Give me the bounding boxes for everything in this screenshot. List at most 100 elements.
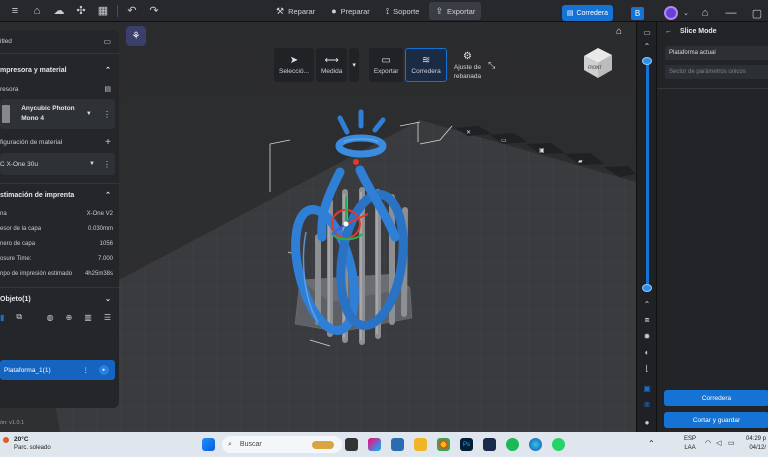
weather-temp[interactable]: 20°C: [4, 435, 51, 444]
start-icon[interactable]: [202, 438, 215, 451]
parameter-search-placeholder: Sector de parámetros únicos: [669, 69, 746, 75]
bookmark-icon[interactable]: ⌂: [694, 2, 716, 24]
printer-settings-icon[interactable]: ▤: [104, 85, 111, 93]
wifi-icon[interactable]: ◠: [705, 439, 711, 447]
weather-icon[interactable]: [3, 437, 9, 443]
transform-icon[interactable]: ⊗: [641, 398, 653, 410]
home-view-icon[interactable]: ⌂: [616, 26, 622, 37]
select-all-icon[interactable]: ▮: [0, 313, 4, 322]
chevron-up-icon[interactable]: ⌃: [641, 298, 653, 310]
boot-icon[interactable]: ⌊: [641, 362, 653, 374]
redo-icon[interactable]: ↷: [143, 0, 165, 22]
step-support[interactable]: ⟟ Soporte: [380, 2, 426, 20]
estimate-section-header[interactable]: stimación de imprenta ⌃: [0, 184, 119, 206]
delete-icon[interactable]: ▥: [84, 313, 92, 322]
taskbar-search[interactable]: ⌕ Buscar: [222, 436, 342, 453]
back-arrow-icon[interactable]: ←: [665, 28, 672, 35]
layer-slider-top-handle[interactable]: [642, 57, 652, 65]
menu-icon[interactable]: ≡: [4, 0, 26, 22]
clock-time[interactable]: 04:29 p: [746, 435, 766, 444]
slicer-tool[interactable]: ≋ Corredera: [405, 48, 447, 82]
avatar[interactable]: [664, 6, 678, 20]
chevron-down-icon[interactable]: ⌄: [682, 2, 690, 24]
whatsapp-icon[interactable]: [552, 438, 565, 451]
step-repair[interactable]: ⚒ Reparar: [270, 2, 321, 20]
undo-icon[interactable]: ↶: [121, 0, 143, 22]
photoshop-icon[interactable]: Ps: [460, 438, 473, 451]
platform-field[interactable]: Plataforma actual: [665, 46, 768, 60]
language-top[interactable]: ESP: [684, 435, 696, 444]
layer-slider-bottom-handle[interactable]: [642, 284, 652, 292]
photon-workshop-icon[interactable]: [483, 438, 496, 451]
cloud-icon[interactable]: ☁: [48, 0, 70, 22]
grid-icon[interactable]: ▣: [641, 382, 653, 394]
cube-icon[interactable]: ⧈: [641, 314, 653, 326]
language-bottom[interactable]: LAA: [684, 444, 696, 453]
copilot-icon[interactable]: [368, 438, 381, 451]
cut-and-save-button[interactable]: Cortar y guardar: [664, 412, 768, 428]
svg-text:▣: ▣: [539, 147, 545, 154]
chevron-up-icon[interactable]: ⌃: [641, 40, 653, 52]
clock-date[interactable]: 04/12/: [746, 444, 766, 453]
panel-icon[interactable]: ▭: [641, 26, 653, 38]
more-vertical-icon[interactable]: ⋮: [83, 366, 90, 374]
project-name[interactable]: itled: [0, 38, 12, 45]
maximize-icon[interactable]: ▢: [746, 2, 768, 24]
spotify-icon[interactable]: [506, 438, 519, 451]
task-view-icon[interactable]: [345, 438, 358, 451]
panel-toggle-icon[interactable]: ▭: [103, 37, 111, 46]
material-name: C X-One 30u: [0, 160, 38, 168]
weather-desc[interactable]: Parc. soleado: [4, 444, 51, 453]
slice-settings-tool[interactable]: ⚙ Ajuste de rebanada: [449, 48, 486, 82]
sun-icon[interactable]: ✹: [641, 330, 653, 342]
minimize-icon[interactable]: —: [720, 2, 742, 24]
battery-icon[interactable]: ▭: [728, 439, 735, 447]
add-icon[interactable]: +: [105, 137, 111, 148]
home-icon[interactable]: ⌂: [26, 0, 48, 22]
dot-icon[interactable]: ●: [641, 416, 653, 428]
palette-icon[interactable]: ◍: [47, 313, 54, 322]
printer-select[interactable]: Anycubic Photon Mono 4 ▼ ⋮: [0, 99, 115, 129]
plugin-icon[interactable]: ⚘: [126, 26, 146, 46]
slicer-button[interactable]: ▤ Corredera: [561, 5, 613, 21]
material-select[interactable]: C X-One 30u ▼ ⋮: [0, 153, 115, 175]
more-vertical-icon[interactable]: ⋮: [103, 160, 111, 169]
svg-text:▭: ▭: [501, 137, 507, 144]
volume-icon[interactable]: ◁: [716, 439, 721, 447]
3d-viewport[interactable]: ✕ ▭ ▣ ▰ FRONT ➤ Selecció... ⟷ Medida ▾ ▭…: [0, 22, 636, 432]
printer-name-1: Anycubic Photon: [21, 105, 75, 112]
group-icon[interactable]: ⧉: [16, 312, 22, 322]
cut-and-save-label: Cortar y guardar: [692, 416, 741, 424]
file-explorer-icon[interactable]: [414, 438, 427, 451]
object-list-item[interactable]: Plataforma_1(1) ⋮ ▸: [0, 360, 115, 380]
list-icon[interactable]: ☰: [104, 313, 111, 322]
calendar-icon[interactable]: ▦: [92, 0, 114, 22]
right-tool-strip: ▭ ⌃ ⌃ ⧈ ✹ ◐ ⌊ ▣ ⊗ ●: [636, 22, 656, 432]
expand-icon[interactable]: ▸: [99, 365, 109, 375]
slice-button[interactable]: Corredera: [664, 390, 768, 406]
edge-icon[interactable]: [529, 438, 542, 451]
select-tool[interactable]: ➤ Selecció...: [274, 48, 314, 82]
chrome-icon[interactable]: [437, 438, 450, 451]
search-highlight-icon: [312, 440, 334, 449]
step-prepare[interactable]: ● Preparar: [325, 2, 376, 20]
section-title: Objeto(1): [0, 295, 31, 303]
app-c-icon[interactable]: [391, 438, 404, 451]
export-tool[interactable]: ▭ Exportar: [368, 48, 404, 82]
network-icon[interactable]: ✣: [70, 0, 92, 22]
measure-tool[interactable]: ⟷ Medida: [316, 48, 348, 82]
measure-dropdown[interactable]: ▾: [349, 48, 359, 82]
step-export[interactable]: ⇪ Exportar: [429, 2, 482, 20]
tray-chevron-icon[interactable]: ⌃: [648, 439, 655, 448]
app-icon[interactable]: B: [631, 6, 644, 20]
step-label: Reparar: [288, 6, 316, 16]
parameter-search-input[interactable]: Sector de parámetros únicos: [665, 65, 768, 79]
contrast-icon[interactable]: ◐: [641, 346, 653, 358]
objects-section-header[interactable]: Objeto(1) ⌄: [0, 288, 119, 310]
printer-section-header[interactable]: mpresora y material ⌃: [0, 59, 119, 81]
duplicate-icon[interactable]: ⊕: [66, 313, 73, 322]
more-vertical-icon[interactable]: ⋮: [103, 110, 111, 119]
left-panel: itled ▭ mpresora y material ⌃ resora ▤ A…: [0, 30, 119, 408]
layer-slider[interactable]: [646, 60, 649, 288]
collapse-icon[interactable]: ⤡: [488, 60, 495, 82]
